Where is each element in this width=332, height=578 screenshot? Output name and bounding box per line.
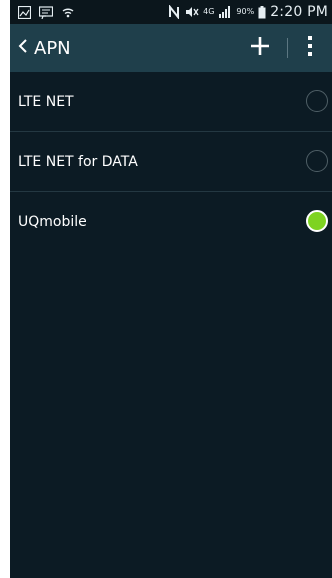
battery-percentage: 90%: [236, 7, 255, 16]
nfc-icon: [167, 5, 181, 19]
plus-icon: [250, 36, 270, 60]
apn-radio-button[interactable]: [306, 149, 328, 172]
list-item[interactable]: LTE NET for DATA: [10, 132, 332, 192]
battery-icon: [258, 5, 266, 19]
page-title: APN: [34, 37, 71, 59]
apn-list: LTE NET LTE NET for DATA UQmobile: [10, 72, 332, 251]
app-bar: APN: [10, 24, 332, 72]
list-item[interactable]: LTE NET: [10, 72, 332, 132]
signal-icon: [218, 6, 232, 18]
apn-label: LTE NET: [18, 93, 74, 110]
more-vertical-icon: [307, 35, 313, 61]
chevron-left-icon: [18, 35, 28, 59]
more-options-button[interactable]: [296, 24, 324, 72]
status-bar: 4G 90% 2:20 PM: [10, 0, 332, 24]
apn-label: LTE NET for DATA: [18, 153, 138, 170]
gallery-notification-icon: [18, 5, 31, 19]
network-4g-icon: 4G: [203, 8, 214, 16]
back-button[interactable]: APN: [10, 24, 71, 72]
apn-radio-button-selected[interactable]: [306, 209, 328, 232]
list-item[interactable]: UQmobile: [10, 192, 332, 251]
app-bar-divider: [287, 38, 288, 58]
status-time: 2:20 PM: [270, 4, 328, 20]
wifi-icon: [61, 5, 75, 19]
network-type: 4G: [203, 7, 215, 16]
status-right-icons: 4G 90% 2:20 PM: [167, 0, 328, 24]
apn-label: UQmobile: [18, 213, 87, 230]
mute-icon: [185, 6, 199, 18]
message-notification-icon: [39, 5, 53, 19]
status-left-icons: [18, 0, 75, 24]
add-apn-button[interactable]: [242, 24, 278, 72]
apn-radio-button[interactable]: [306, 89, 328, 112]
phone-screen: 4G 90% 2:20 PM APN LTE NET LTE NET for D…: [10, 0, 332, 578]
